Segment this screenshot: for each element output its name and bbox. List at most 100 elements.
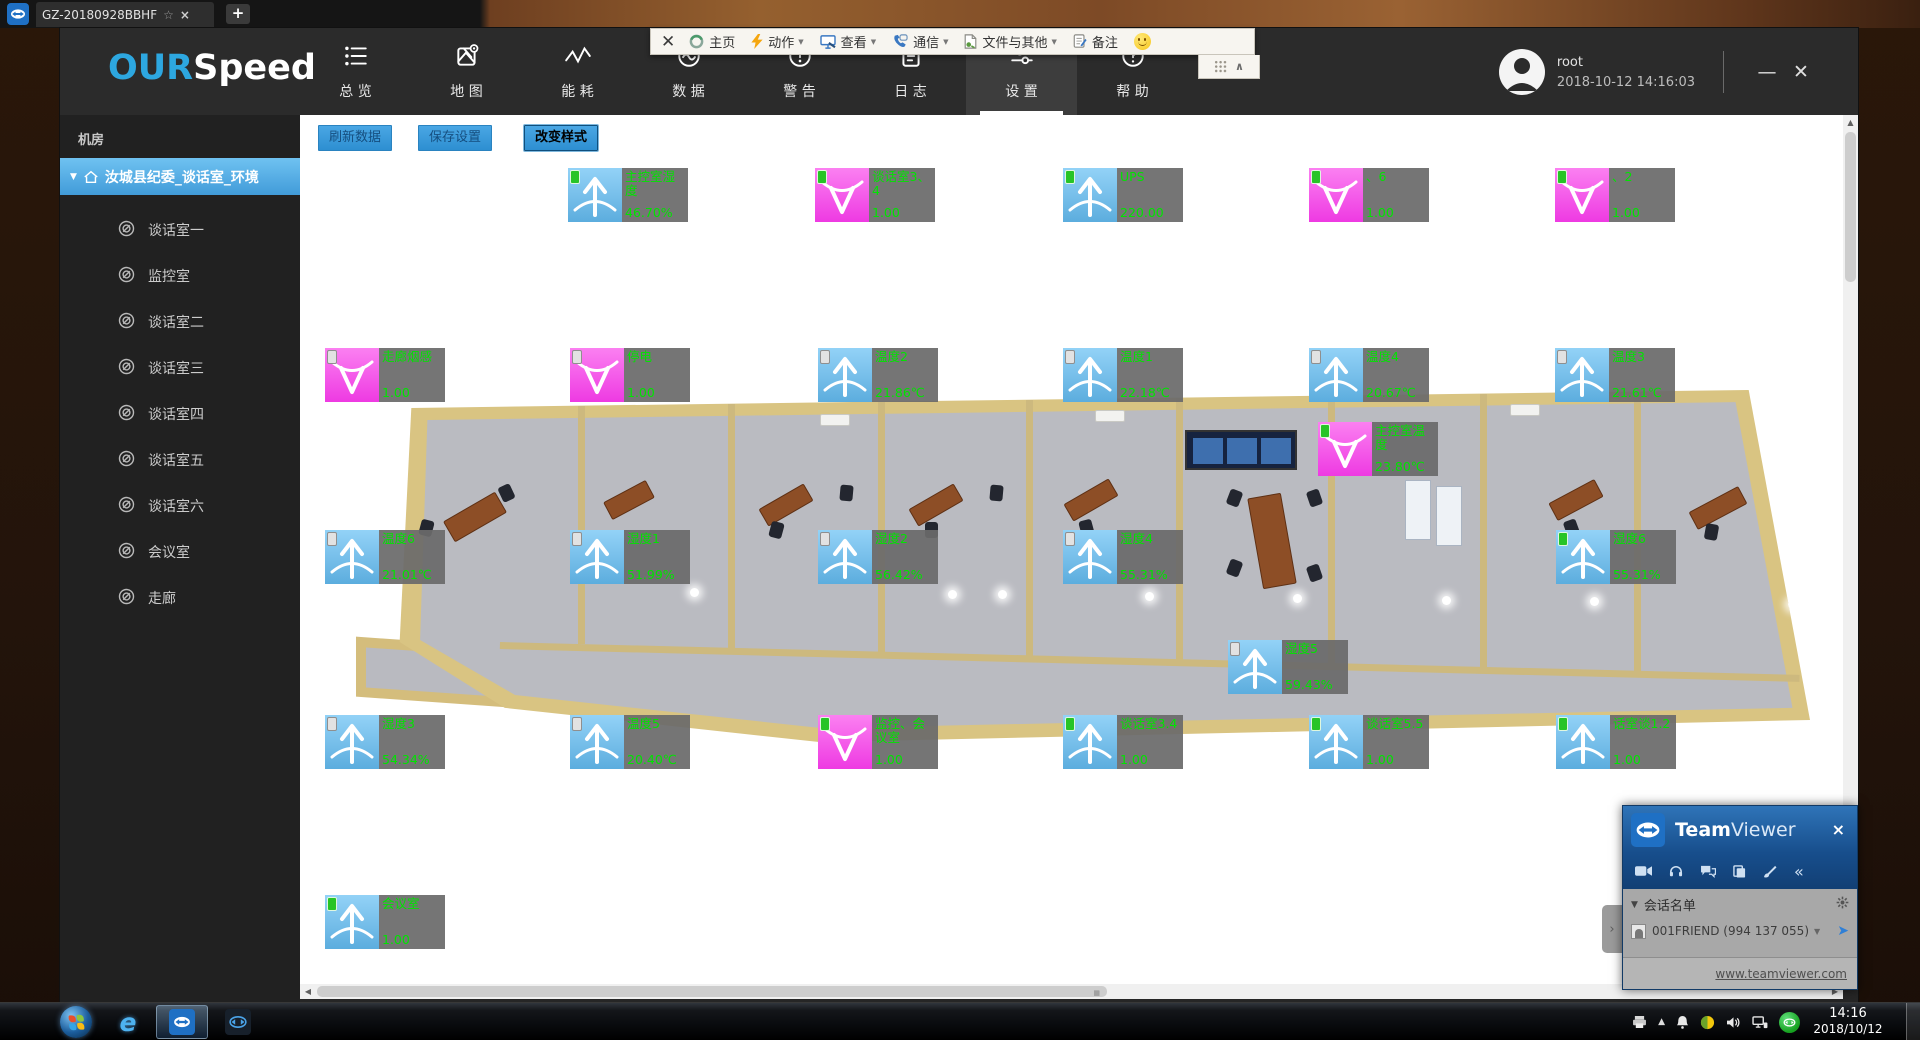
teamviewer-panel-handle[interactable]: ›	[1602, 905, 1622, 953]
sensor-value: 21.01℃	[382, 568, 442, 582]
app-minimize-button[interactable]: —	[1750, 61, 1784, 83]
tv-toolbar-communication[interactable]: 通信▼	[892, 32, 948, 51]
collapse-toolbar-icon[interactable]: ∧	[1235, 60, 1244, 73]
tv-toolbar-view[interactable]: 查看▼	[820, 32, 876, 51]
show-desktop-button[interactable]	[1906, 1003, 1920, 1040]
sensor-widget-9[interactable]: 温度122.18℃	[1063, 348, 1183, 402]
sensor-widget-10[interactable]: 温度420.67℃	[1309, 348, 1429, 402]
sidebar-item-6[interactable]: 谈话室五	[60, 437, 300, 483]
sensor-widget-5[interactable]: 、21.00	[1555, 168, 1675, 222]
session-tab[interactable]: GZ-20180928BBHF ☆ ×	[36, 2, 214, 27]
sidebar-item-5[interactable]: 谈话室四	[60, 391, 300, 437]
sidebar-item-4[interactable]: 谈话室三	[60, 345, 300, 391]
security-icon[interactable]	[1700, 1015, 1715, 1030]
gear-icon[interactable]	[1836, 896, 1849, 913]
scroll-up-arrow[interactable]: ▲	[1843, 115, 1858, 131]
bell-icon[interactable]	[1676, 1015, 1689, 1029]
collapse-icons-icon[interactable]: «	[1794, 862, 1804, 881]
start-button[interactable]	[60, 1006, 92, 1038]
nav-tab-overview[interactable]: 总 览	[300, 28, 411, 115]
nav-tab-energy[interactable]: 能 耗	[522, 28, 633, 115]
tv-toolbar-actions[interactable]: 动作▼	[751, 32, 803, 51]
toolbar-button-3[interactable]: 改变样式	[524, 125, 598, 151]
vertical-scroll-thumb[interactable]	[1845, 132, 1856, 282]
clipboard-icon[interactable]	[1733, 865, 1746, 878]
ourspeed-logo: OURSpeed	[108, 48, 316, 88]
sensor-label: 监控、会议室1.00	[872, 715, 938, 769]
toolbar-grip-box[interactable]: ∧	[1198, 55, 1260, 79]
taskbar-app-teamviewer-session[interactable]	[156, 1005, 208, 1039]
taskbar-app-teamviewer[interactable]	[212, 1005, 264, 1039]
sidebar-item-8[interactable]: 会议室	[60, 529, 300, 575]
scroll-left-arrow[interactable]: ◀	[300, 984, 316, 999]
view-icon	[820, 35, 836, 49]
feedback-smiley-icon[interactable]	[1134, 33, 1151, 50]
tv-toolbar-home[interactable]: 主页	[689, 32, 735, 51]
teamviewer-tray-icon[interactable]	[1779, 1012, 1800, 1033]
taskbar-clock[interactable]: 14:16 2018/10/12	[1804, 1005, 1892, 1037]
tv-toolbar-files[interactable]: 文件与其他▼	[964, 32, 1056, 51]
sensor-widget-23[interactable]: 谈话室5.51.00	[1309, 715, 1429, 769]
tab-close-icon[interactable]: ×	[180, 8, 190, 22]
printer-icon[interactable]	[1632, 1016, 1647, 1028]
sensor-widget-17[interactable]: 湿度655.31%	[1556, 530, 1676, 584]
sensor-name: 温度2	[875, 350, 935, 364]
volume-icon[interactable]	[1726, 1016, 1741, 1029]
sensor-status-indicator	[572, 717, 582, 731]
horizontal-scrollbar[interactable]: ◀ ▦ ▶	[300, 984, 1843, 999]
drag-grid-icon[interactable]	[1214, 60, 1227, 73]
horizontal-scroll-thumb[interactable]: ▦	[317, 986, 1107, 997]
network-icon[interactable]	[1752, 1016, 1768, 1029]
app-close-button[interactable]: ✕	[1784, 61, 1818, 83]
toolbar-button-2[interactable]: 保存设置	[418, 125, 492, 151]
brush-icon[interactable]	[1763, 865, 1777, 878]
sensor-widget-18[interactable]: 湿度559.43%	[1228, 640, 1348, 694]
sensor-widget-19[interactable]: 湿度354.34%	[325, 715, 445, 769]
user-avatar[interactable]	[1499, 49, 1545, 95]
sensor-widget-20[interactable]: 温度520.40℃	[570, 715, 690, 769]
sensor-widget-7[interactable]: 停电1.00	[570, 348, 690, 402]
sensor-widget-21[interactable]: 监控、会议室1.00	[818, 715, 938, 769]
sensor-widget-24[interactable]: 话室谈1.21.00	[1556, 715, 1676, 769]
session-list-row[interactable]: ▼ 会话名单	[1631, 895, 1849, 914]
chat-icon[interactable]	[1700, 865, 1716, 878]
sidebar-item-1[interactable]: 谈话室一	[60, 207, 300, 253]
session-close-icon[interactable]: ✕	[661, 32, 675, 52]
new-tab-button[interactable]: +	[226, 4, 250, 24]
favorite-star-icon[interactable]: ☆	[163, 8, 174, 22]
sidebar-item-2[interactable]: 监控室	[60, 253, 300, 299]
teamviewer-website-link[interactable]: www.teamviewer.com	[1715, 967, 1847, 981]
sensor-widget-1[interactable]: 主控室湿度46.70%	[568, 168, 688, 222]
sensor-widget-2[interactable]: 谈话室3、41.00	[815, 168, 935, 222]
sensor-widget-25[interactable]: 会议室1.00	[325, 895, 445, 949]
sensor-widget-13[interactable]: 温度621.01℃	[325, 530, 445, 584]
sidebar-header: 机房	[60, 115, 300, 158]
sensor-widget-15[interactable]: 湿度256.42%	[818, 530, 938, 584]
sensor-widget-6[interactable]: 走廊烟感1.00	[325, 348, 445, 402]
session-partner-entry[interactable]: 001FRIEND (994 137 055) ▼ ➤	[1631, 923, 1849, 939]
sensor-widget-8[interactable]: 温度221.86℃	[818, 348, 938, 402]
teamviewer-session-toolbar: ✕ 主页动作▼ 查看▼ 通信▼ 文件与其他▼ 备注	[650, 28, 1255, 55]
sidebar-root-node[interactable]: ▼ 汝城县纪委_谈话室_环境	[60, 158, 300, 195]
camera-icon[interactable]	[1635, 865, 1652, 877]
internet-explorer-icon[interactable]: e	[108, 1006, 148, 1038]
headset-icon[interactable]	[1669, 865, 1683, 878]
sensor-widget-4[interactable]: 、61.00	[1309, 168, 1429, 222]
sensor-widget-16[interactable]: 湿度455.31%	[1063, 530, 1183, 584]
sensor-widget-12[interactable]: 主控室温度23.80℃	[1318, 422, 1438, 476]
sidebar-item-9[interactable]: 走廊	[60, 575, 300, 621]
sidebar-item-3[interactable]: 谈话室二	[60, 299, 300, 345]
up-arrow-icon[interactable]: ▲	[1658, 1017, 1665, 1027]
sensor-up-arrow-icon	[325, 530, 379, 584]
sensor-widget-22[interactable]: 谈话室3.41.00	[1063, 715, 1183, 769]
sensor-widget-3[interactable]: UPS220.00	[1063, 168, 1183, 222]
nav-tab-map[interactable]: 地 图	[411, 28, 522, 115]
toolbar-button-1[interactable]: 刷新数据	[318, 125, 392, 151]
entry-dropdown-icon[interactable]: ▼	[1814, 927, 1820, 936]
sensor-widget-14[interactable]: 湿度151.99%	[570, 530, 690, 584]
tv-toolbar-notes[interactable]: 备注	[1073, 32, 1118, 51]
sensor-widget-11[interactable]: 温度321.61℃	[1555, 348, 1675, 402]
panel-close-icon[interactable]: ×	[1828, 820, 1849, 839]
taskbar: e ▲ 14:16 2018/10/12	[0, 1002, 1920, 1040]
sidebar-item-7[interactable]: 谈话室六	[60, 483, 300, 529]
